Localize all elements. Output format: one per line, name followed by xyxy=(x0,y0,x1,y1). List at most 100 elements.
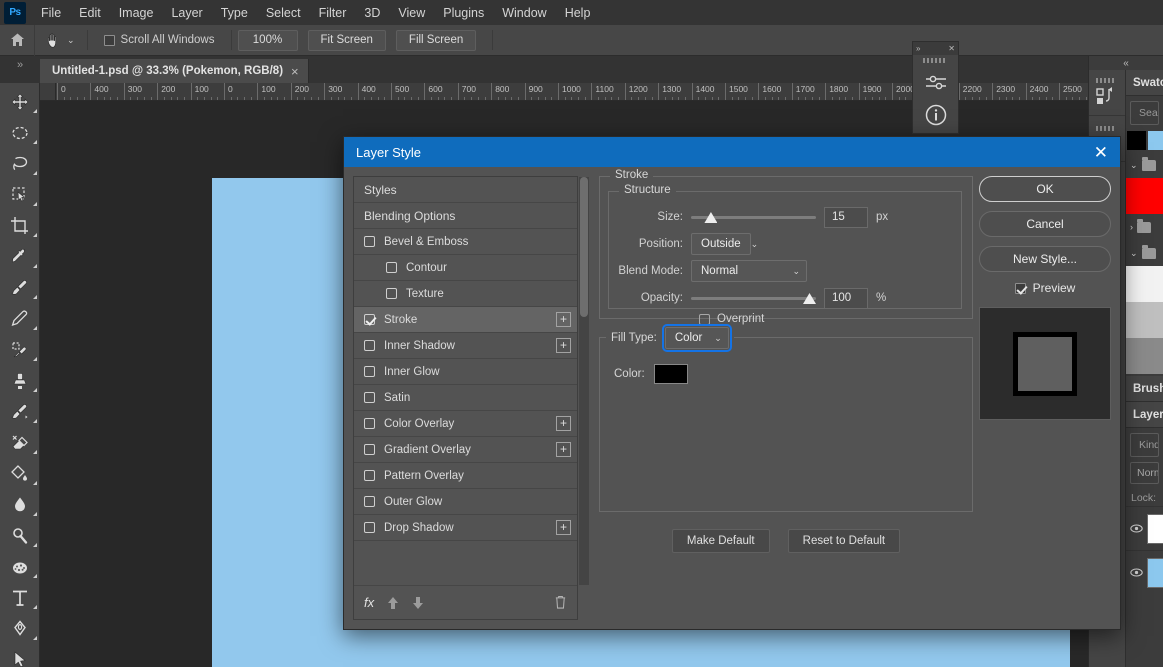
menu-item-type[interactable]: Type xyxy=(212,2,257,24)
swatch-blue[interactable] xyxy=(1148,131,1163,150)
panel-title-layers[interactable]: Layers xyxy=(1126,402,1163,428)
crop-tool[interactable] xyxy=(0,210,40,241)
swatch-red[interactable] xyxy=(1126,178,1163,214)
swatch-group-row[interactable]: › xyxy=(1126,214,1163,240)
dialog-title-bar[interactable]: Layer Style ✕ xyxy=(344,137,1120,167)
layer-thumbnail[interactable] xyxy=(1147,514,1163,544)
effect-checkbox[interactable] xyxy=(364,418,375,429)
pen-tool[interactable] xyxy=(0,613,40,644)
brush-tool[interactable] xyxy=(0,272,40,303)
eye-icon[interactable] xyxy=(1130,566,1143,579)
effect-row-contour[interactable]: Contour xyxy=(354,255,577,281)
swatch-lightgray[interactable] xyxy=(1126,302,1163,338)
add-effect-icon[interactable]: + xyxy=(556,520,571,535)
effect-row-gradient-overlay[interactable]: Gradient Overlay+ xyxy=(354,437,577,463)
scrollbar-thumb[interactable] xyxy=(580,177,588,317)
effect-row-pattern-overlay[interactable]: Pattern Overlay xyxy=(354,463,577,489)
swatches-search-input[interactable]: Search Swatches xyxy=(1130,101,1159,125)
menu-item-help[interactable]: Help xyxy=(556,2,600,24)
effect-checkbox[interactable] xyxy=(364,444,375,455)
effect-checkbox[interactable] xyxy=(386,288,397,299)
active-tool-selector[interactable]: ⌄ xyxy=(34,25,81,56)
effect-row-inner-shadow[interactable]: Inner Shadow+ xyxy=(354,333,577,359)
new-style-button[interactable]: New Style... xyxy=(979,246,1111,272)
sliders-icon[interactable] xyxy=(913,65,958,98)
expand-panels-icon[interactable]: » xyxy=(0,56,40,83)
eye-icon[interactable] xyxy=(1130,522,1143,535)
paint-bucket-tool[interactable] xyxy=(0,458,40,489)
add-effect-icon[interactable]: + xyxy=(556,312,571,327)
menu-item-layer[interactable]: Layer xyxy=(162,2,211,24)
info-icon[interactable] xyxy=(913,98,958,131)
menu-item-file[interactable]: File xyxy=(32,2,70,24)
scroll-all-windows-checkbox[interactable]: Scroll All Windows xyxy=(94,34,225,46)
fx-icon[interactable]: fx xyxy=(364,595,374,610)
layer-row[interactable] xyxy=(1126,550,1163,594)
fill-type-select[interactable]: Color ⌄ xyxy=(665,327,729,349)
pencil-tool[interactable] xyxy=(0,303,40,334)
swatch-group-row[interactable]: ⌄ xyxy=(1126,152,1163,178)
effect-checkbox[interactable] xyxy=(386,262,397,273)
fit-screen-button[interactable]: Fit Screen xyxy=(308,30,386,51)
effect-checkbox[interactable] xyxy=(364,470,375,481)
eyedropper-tool[interactable] xyxy=(0,241,40,272)
layer-row[interactable] xyxy=(1126,506,1163,550)
lasso-tool[interactable] xyxy=(0,148,40,179)
path-selection-tool[interactable] xyxy=(0,644,40,667)
sponge-tool[interactable] xyxy=(0,551,40,582)
styles-list-header[interactable]: Styles xyxy=(354,177,577,203)
effect-row-inner-glow[interactable]: Inner Glow xyxy=(354,359,577,385)
blending-options-row[interactable]: Blending Options xyxy=(354,203,577,229)
size-input[interactable]: 15 xyxy=(824,207,868,228)
effect-checkbox[interactable] xyxy=(364,314,375,325)
home-icon[interactable] xyxy=(0,25,34,56)
reset-to-default-button[interactable]: Reset to Default xyxy=(788,529,900,553)
blend-mode-select[interactable]: Normal ⌄ xyxy=(691,260,807,282)
type-tool[interactable] xyxy=(0,582,40,613)
menu-item-3d[interactable]: 3D xyxy=(355,2,389,24)
move-tool[interactable] xyxy=(0,86,40,117)
effect-row-outer-glow[interactable]: Outer Glow xyxy=(354,489,577,515)
clone-stamp-tool[interactable] xyxy=(0,365,40,396)
elliptical-marquee-tool[interactable] xyxy=(0,117,40,148)
preview-checkbox[interactable]: Preview xyxy=(979,281,1111,295)
cancel-button[interactable]: Cancel xyxy=(979,211,1111,237)
blend-mode-select[interactable]: Normal xyxy=(1130,462,1159,484)
effect-checkbox[interactable] xyxy=(364,366,375,377)
effect-checkbox[interactable] xyxy=(364,340,375,351)
menu-item-filter[interactable]: Filter xyxy=(310,2,356,24)
libraries-panel-icon[interactable] xyxy=(1089,70,1125,116)
collapse-panels-icon[interactable]: « xyxy=(1089,56,1163,70)
close-icon[interactable]: × xyxy=(291,64,299,79)
position-select[interactable]: Outside ⌄ xyxy=(691,233,751,255)
add-effect-icon[interactable]: + xyxy=(556,338,571,353)
menu-item-edit[interactable]: Edit xyxy=(70,2,110,24)
blur-tool[interactable] xyxy=(0,489,40,520)
drag-grip[interactable] xyxy=(913,55,958,65)
expand-icon[interactable]: » xyxy=(916,44,920,53)
overprint-checkbox[interactable]: Overprint xyxy=(609,313,953,325)
effect-row-drop-shadow[interactable]: Drop Shadow+ xyxy=(354,515,577,541)
add-effect-icon[interactable]: + xyxy=(556,416,571,431)
panel-title-brushes[interactable]: Brushes xyxy=(1126,376,1163,402)
close-icon[interactable]: ✕ xyxy=(1090,144,1112,161)
effect-row-bevel-emboss[interactable]: Bevel & Emboss xyxy=(354,229,577,255)
opacity-input[interactable]: 100 xyxy=(824,288,868,309)
fill-screen-button[interactable]: Fill Screen xyxy=(396,30,476,51)
effect-row-satin[interactable]: Satin xyxy=(354,385,577,411)
add-effect-icon[interactable]: + xyxy=(556,442,571,457)
swatch-black[interactable] xyxy=(1127,131,1146,150)
panel-title-swatches[interactable]: Swatches xyxy=(1126,70,1163,96)
ok-button[interactable]: OK xyxy=(979,176,1111,202)
spot-healing-brush-tool[interactable] xyxy=(0,334,40,365)
menu-item-view[interactable]: View xyxy=(389,2,434,24)
effect-checkbox[interactable] xyxy=(364,236,375,247)
color-swatch-button[interactable] xyxy=(654,364,688,384)
styles-scrollbar[interactable] xyxy=(579,177,589,585)
menu-item-select[interactable]: Select xyxy=(257,2,310,24)
up-arrow-icon[interactable] xyxy=(387,596,399,610)
effect-row-color-overlay[interactable]: Color Overlay+ xyxy=(354,411,577,437)
layers-filter-input[interactable]: Kind xyxy=(1130,433,1159,457)
document-tab[interactable]: Untitled-1.psd @ 33.3% (Pokemon, RGB/8) … xyxy=(40,59,309,83)
down-arrow-icon[interactable] xyxy=(412,596,424,610)
